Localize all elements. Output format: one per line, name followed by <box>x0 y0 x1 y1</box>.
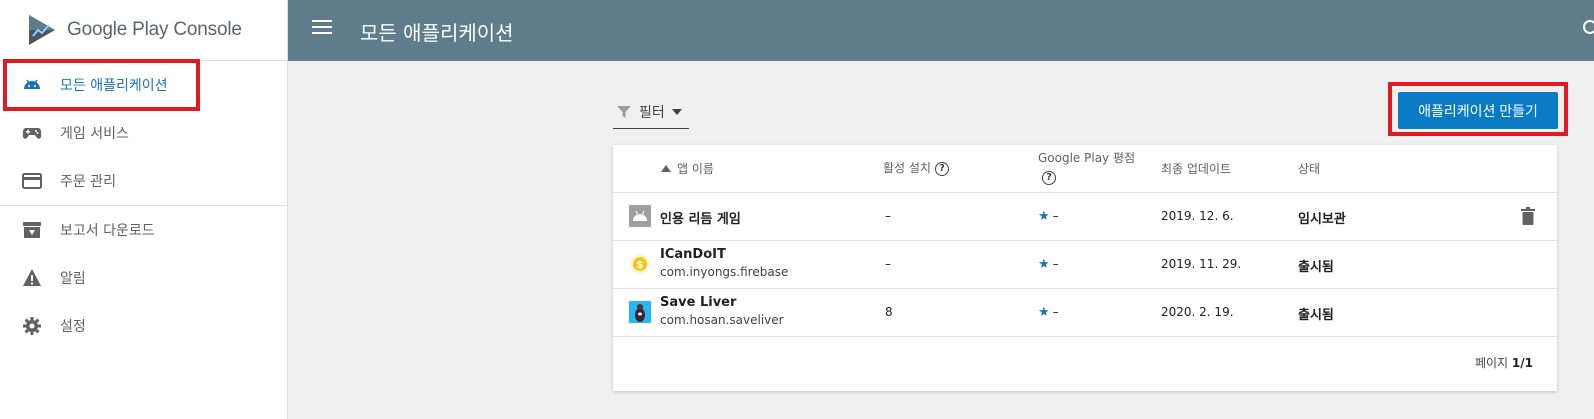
pagination: 페이지 1/1 <box>1475 354 1533 371</box>
play-console-logo-icon <box>29 15 55 45</box>
help-icon[interactable]: ? <box>934 161 949 176</box>
package-name: com.inyongs.firebase <box>660 265 789 279</box>
star-icon: ★ <box>1038 257 1050 272</box>
logo-brand: Google Play <box>67 19 169 40</box>
table-row[interactable]: Save Liver com.hosan.saveliver 8 ★ – 2020… <box>613 289 1557 337</box>
last-updated: 2019. 12. 6. <box>1161 209 1234 223</box>
android-app-icon <box>629 205 651 227</box>
page-title: 모든 애플리케이션 <box>360 21 514 45</box>
app-name: ICanDoIT <box>660 247 726 262</box>
sidebar-item-game-services[interactable]: 게임 서비스 <box>0 109 287 157</box>
rating-value: – <box>1052 305 1059 319</box>
column-header-rating: Google Play 평점 ? <box>1038 149 1135 185</box>
column-header-label: Google Play 평점 <box>1038 151 1136 165</box>
gamepad-icon <box>22 128 42 139</box>
app-name: 인용 리듬 게임 <box>660 212 741 227</box>
sidebar-item-label: 주문 관리 <box>60 174 116 190</box>
highlight-box-all-apps <box>3 59 200 111</box>
sidebar-item-label: 게임 서비스 <box>60 126 129 142</box>
top-app-bar: 모든 애플리케이션 <box>288 0 1594 61</box>
column-header-active-installs: 활성 설치? <box>883 159 949 176</box>
app-name: Save Liver <box>660 295 737 310</box>
active-installs: – <box>885 209 891 223</box>
gear-icon <box>23 317 41 335</box>
status-badge: 출시됨 <box>1298 260 1334 275</box>
rating: ★ – <box>1038 305 1059 320</box>
rating-value: – <box>1052 209 1059 223</box>
warning-icon <box>23 269 41 286</box>
rating: ★ – <box>1038 209 1059 224</box>
archive-download-icon <box>23 222 41 238</box>
pagination-label: 페이지 <box>1474 356 1509 370</box>
sidebar-item-label: 설정 <box>60 319 86 335</box>
rating: ★ – <box>1038 257 1059 272</box>
active-installs: – <box>885 257 891 271</box>
app-name-cell: ICanDoIT com.inyongs.firebase <box>660 247 788 279</box>
rating-value: – <box>1052 257 1059 271</box>
menu-icon[interactable] <box>312 20 332 40</box>
filter-dropdown[interactable]: 필터 <box>613 96 689 129</box>
table-row[interactable]: 인용 리듬 게임 – ★ – 2019. 12. 6. 임시보관 <box>613 193 1557 241</box>
star-icon: ★ <box>1038 305 1050 320</box>
status-badge: 임시보관 <box>1298 212 1346 227</box>
last-updated: 2020. 2. 19. <box>1161 305 1234 319</box>
create-application-button[interactable]: 애플리케이션 만들기 <box>1398 92 1558 129</box>
column-header-label: 앱 이름 <box>677 162 714 176</box>
status-badge: 출시됨 <box>1298 308 1334 323</box>
filter-label: 필터 <box>639 105 665 121</box>
column-header-status: 상태 <box>1298 162 1321 176</box>
active-installs: 8 <box>885 305 893 319</box>
save-liver-app-icon <box>629 301 651 323</box>
sidebar-item-alerts[interactable]: 알림 <box>0 254 287 302</box>
table-header: 앱 이름 활성 설치? Google Play 평점 ? 최종 업데이트 상태 <box>613 145 1557 193</box>
search-icon[interactable] <box>1580 18 1594 40</box>
apps-table: 앱 이름 활성 설치? Google Play 평점 ? 최종 업데이트 상태 … <box>613 145 1557 391</box>
caret-down-icon <box>671 109 682 115</box>
pagination-value: 1/1 <box>1511 356 1533 370</box>
sort-ascending-icon <box>661 165 671 172</box>
play-console-logo[interactable]: Google Play Console <box>0 0 287 61</box>
sidebar-item-download-reports[interactable]: 보고서 다운로드 <box>0 206 287 254</box>
column-header-label: 활성 설치 <box>883 161 931 175</box>
column-header-last-updated: 최종 업데이트 <box>1161 162 1232 176</box>
sidebar-item-label: 보고서 다운로드 <box>60 223 155 239</box>
trash-icon[interactable] <box>1521 207 1535 225</box>
sidebar-item-settings[interactable]: 설정 <box>0 302 287 350</box>
package-name: com.hosan.saveliver <box>660 313 784 327</box>
star-icon: ★ <box>1038 209 1050 224</box>
app-name-cell: Save Liver com.hosan.saveliver <box>660 295 784 327</box>
table-row[interactable]: $ ICanDoIT com.inyongs.firebase – ★ – 201… <box>613 241 1557 289</box>
sidebar-item-order-management[interactable]: 주문 관리 <box>0 157 287 205</box>
sidebar-item-label: 알림 <box>60 271 86 287</box>
filter-icon <box>617 106 631 118</box>
last-updated: 2019. 11. 29. <box>1161 257 1242 271</box>
svg-text:$: $ <box>637 260 644 271</box>
coin-app-icon: $ <box>630 254 650 274</box>
column-header-app-name[interactable]: 앱 이름 <box>661 160 714 177</box>
help-icon[interactable]: ? <box>1042 171 1056 185</box>
logo-product: Console <box>173 19 242 40</box>
credit-card-icon <box>22 173 42 189</box>
